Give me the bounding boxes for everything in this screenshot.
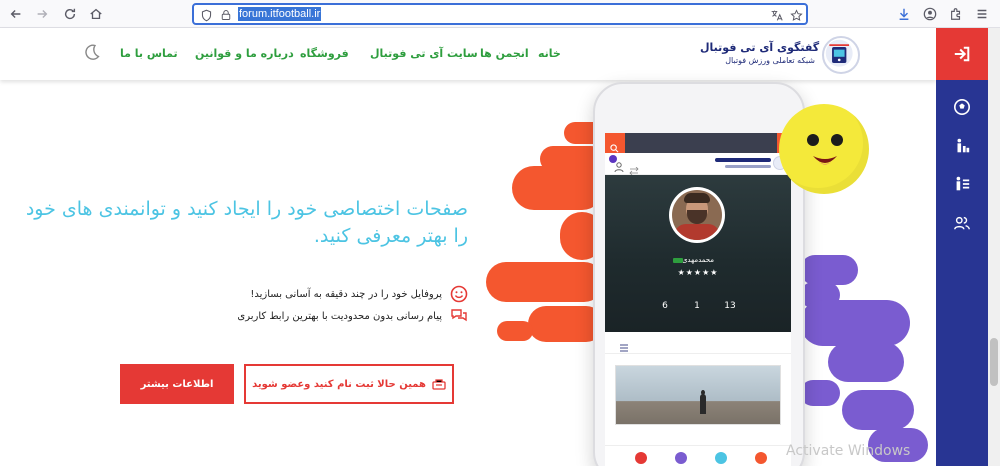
page-scrollbar[interactable] [988, 28, 1000, 466]
phone-rating-stars: ★★★★★ [677, 268, 719, 277]
feature-profile: پروفایل خود را در چند دقیقه به آسانی بسا… [200, 284, 468, 304]
decor-blob [800, 300, 910, 346]
reload-icon[interactable] [60, 4, 80, 24]
bookmark-star-icon[interactable] [788, 7, 804, 23]
decor-blob [842, 390, 914, 430]
menu-item-main-site[interactable]: سایت آی تی فوتبال [370, 47, 478, 60]
phone-screen: محمدمهدی ★★★★★ 13 1 6 [605, 133, 791, 466]
site-brand[interactable]: تالار گفتگوی آی تی فوتبال شبکه تعاملی ور… [700, 41, 846, 67]
menu-item-forums[interactable]: انجمن ها [480, 47, 529, 60]
feature-text: پیام رسانی بدون محدودیت با بهترین رابط ک… [237, 310, 442, 322]
phone-header [605, 153, 791, 176]
leaderboard-icon[interactable] [950, 134, 974, 158]
phone-notification-badge [609, 155, 617, 163]
register-button-label: همین حالا ثبت نام کنید وعضو شوید [252, 378, 426, 390]
users-icon[interactable] [950, 211, 974, 235]
phone-stat: 6 [662, 301, 668, 311]
account-icon[interactable] [920, 4, 940, 24]
menu-item-shop[interactable]: فروشگاه [300, 47, 349, 60]
feature-messaging: پیام رسانی بدون محدودیت با بهترین رابط ک… [200, 306, 468, 326]
forward-icon[interactable] [32, 4, 52, 24]
phone-hamburger-icon [619, 338, 629, 352]
site-header: خانه انجمن ها سایت آی تی فوتبال فروشگاه … [0, 28, 936, 80]
avatar [669, 187, 725, 243]
home-icon[interactable] [86, 4, 106, 24]
site-logo[interactable] [822, 36, 860, 74]
decor-blob [800, 380, 840, 406]
translate-icon[interactable] [768, 7, 784, 23]
chat-bubbles-icon [451, 309, 467, 322]
site-title: تالار گفتگوی آی تی فوتبال [700, 41, 846, 54]
address-bar[interactable]: forum.itfootball.ir [192, 3, 808, 25]
phone-toolbar [605, 332, 791, 354]
phone-online-badge [673, 258, 683, 263]
phone-switch-icon [629, 160, 639, 176]
shield-icon[interactable] [198, 7, 214, 23]
team-list-icon[interactable] [950, 172, 974, 196]
url-text[interactable]: forum.itfootball.ir [238, 7, 322, 21]
back-icon[interactable] [6, 4, 26, 24]
register-icon [432, 379, 446, 390]
decor-blob [828, 342, 904, 382]
phone-site-title [715, 158, 771, 162]
download-icon[interactable] [894, 4, 914, 24]
lock-icon[interactable] [218, 7, 234, 23]
phone-topbar [605, 133, 791, 153]
phone-search-input [625, 137, 775, 149]
phone-tab-icon [715, 452, 727, 464]
feature-text: پروفایل خود را در چند دقیقه به آسانی بسا… [250, 288, 442, 300]
phone-tab-icon [675, 452, 687, 464]
more-info-button[interactable]: اطلاعات بیشتر [120, 364, 234, 404]
scroll-thumb[interactable] [990, 338, 998, 386]
hero-title: صفحات اختصاصی خود را ایجاد کنید و توانمن… [25, 198, 468, 247]
soccer-ball-icon[interactable] [950, 95, 974, 119]
site-subtitle: شبکه تعاملی ورزش فوتبال [725, 56, 815, 65]
phone-profile-cover: محمدمهدی ★★★★★ 13 1 6 [605, 175, 791, 332]
phone-tab-icon [635, 452, 647, 464]
phone-post-image [615, 365, 781, 425]
menu-icon[interactable] [972, 4, 992, 24]
phone-site-subtitle [725, 165, 771, 168]
browser-toolbar: forum.itfootball.ir [0, 0, 1000, 28]
menu-item-about[interactable]: درباره ما و قوانین [195, 47, 294, 60]
decor-blob [497, 321, 533, 341]
moon-icon[interactable] [82, 42, 102, 62]
phone-bottom-nav [605, 445, 791, 466]
decor-blob [486, 262, 604, 302]
smiley-face-icon [779, 104, 869, 194]
side-nav [936, 80, 988, 466]
decor-blob [512, 166, 604, 210]
search-icon [610, 138, 619, 153]
smile-icon [450, 285, 468, 303]
decor-blob [800, 255, 858, 285]
phone-tab-icon [755, 452, 767, 464]
menu-item-contact[interactable]: تماس با ما [120, 47, 178, 60]
register-button[interactable]: همین حالا ثبت نام کنید وعضو شوید [244, 364, 454, 404]
activate-windows-watermark: Activate Windows [786, 443, 911, 459]
sign-in-icon [954, 46, 970, 62]
menu-item-home[interactable]: خانه [538, 47, 561, 60]
extensions-icon[interactable] [946, 4, 966, 24]
phone-profile-name: محمدمهدی [681, 256, 715, 264]
login-button[interactable] [936, 28, 988, 80]
